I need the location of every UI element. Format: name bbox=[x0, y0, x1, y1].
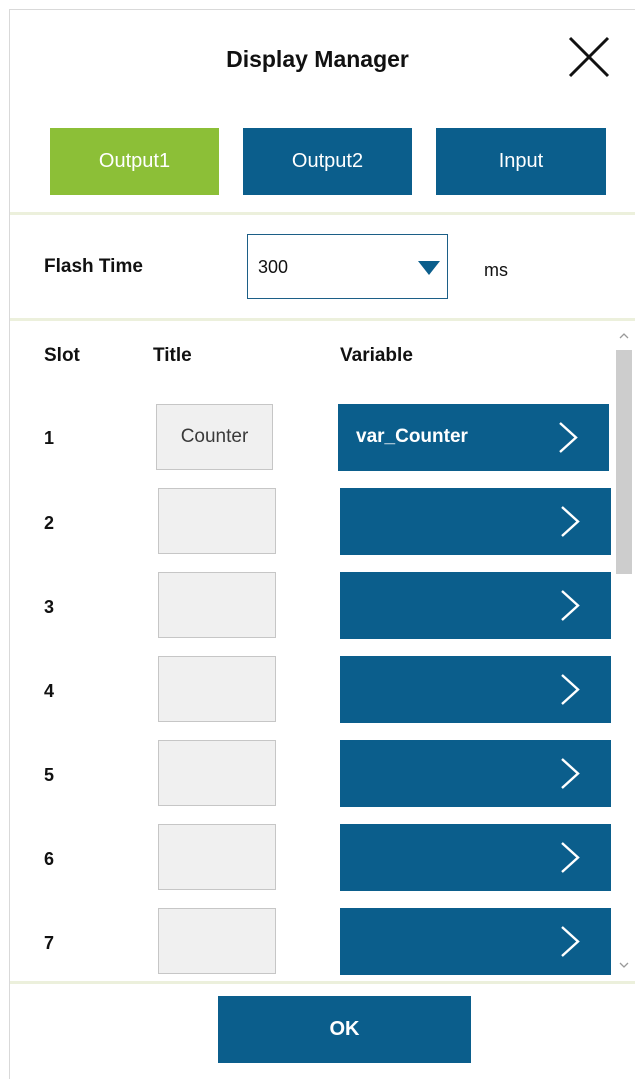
header-title: Title bbox=[153, 345, 192, 366]
scrollbar-thumb[interactable] bbox=[616, 350, 632, 574]
slot-number: 5 bbox=[44, 765, 55, 785]
title-input[interactable] bbox=[158, 488, 276, 554]
title-input[interactable] bbox=[158, 656, 276, 722]
dialog-title: Display Manager bbox=[226, 46, 409, 72]
chevron-right-icon bbox=[561, 926, 580, 957]
variable-button[interactable]: var_Counter bbox=[338, 404, 609, 471]
flash-time-value: 300 bbox=[258, 257, 289, 277]
tab-input[interactable]: Input bbox=[436, 128, 606, 195]
variable-button[interactable] bbox=[340, 740, 611, 807]
title-input[interactable] bbox=[158, 572, 276, 638]
dropdown-arrow-icon bbox=[418, 261, 440, 275]
flash-time-unit: ms bbox=[484, 260, 508, 280]
slot-number: 7 bbox=[44, 933, 55, 953]
chevron-right-icon bbox=[561, 590, 580, 621]
variable-button[interactable] bbox=[340, 656, 611, 723]
header-variable: Variable bbox=[340, 345, 413, 366]
scroll-down-icon[interactable] bbox=[618, 959, 630, 971]
title-input[interactable] bbox=[158, 908, 276, 974]
title-input[interactable] bbox=[158, 740, 276, 806]
slot-number: 6 bbox=[44, 849, 55, 869]
title-input[interactable]: Counter bbox=[156, 404, 273, 470]
scroll-up-icon[interactable] bbox=[618, 330, 630, 342]
slot-number: 4 bbox=[44, 681, 55, 701]
variable-button[interactable] bbox=[340, 488, 611, 555]
variable-label: var_Counter bbox=[356, 426, 468, 447]
close-button[interactable] bbox=[566, 34, 612, 80]
chevron-right-icon bbox=[561, 758, 580, 789]
slot-number: 2 bbox=[44, 513, 55, 533]
ok-button[interactable]: OK bbox=[218, 996, 471, 1063]
variable-button[interactable] bbox=[340, 908, 611, 975]
chevron-right-icon bbox=[561, 842, 580, 873]
separator bbox=[10, 318, 635, 321]
tab-output1[interactable]: Output1 bbox=[50, 128, 219, 195]
variable-button[interactable] bbox=[340, 824, 611, 891]
tab-output2[interactable]: Output2 bbox=[243, 128, 412, 195]
chevron-right-icon bbox=[561, 506, 580, 537]
separator bbox=[10, 981, 635, 984]
slot-number: 3 bbox=[44, 597, 55, 617]
chevron-right-icon bbox=[559, 422, 578, 453]
close-x-icon bbox=[568, 36, 610, 78]
slot-number: 1 bbox=[44, 428, 55, 448]
flash-time-label: Flash Time bbox=[44, 256, 143, 277]
title-input[interactable] bbox=[158, 824, 276, 890]
flash-time-select[interactable]: 300 bbox=[247, 234, 448, 299]
chevron-right-icon bbox=[561, 674, 580, 705]
separator bbox=[10, 212, 635, 215]
variable-button[interactable] bbox=[340, 572, 611, 639]
header-slot: Slot bbox=[44, 345, 80, 366]
